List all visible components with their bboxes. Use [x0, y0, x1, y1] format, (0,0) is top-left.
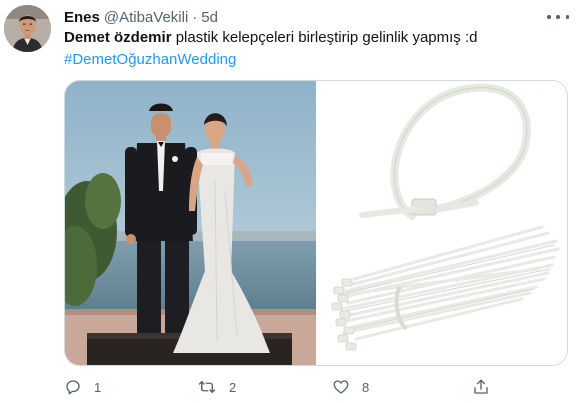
- timestamp[interactable]: 5d: [201, 9, 218, 26]
- reply-icon: [66, 380, 80, 395]
- tweet-text-body: plastik kelepçeleri birleştirip gelinlik…: [171, 29, 478, 46]
- tweet-card[interactable]: Enes @AtibaVekili · 5d Demet özdemir pla…: [0, 0, 581, 403]
- retweet-action[interactable]: 2: [197, 376, 236, 398]
- action-bar: 1 2 8: [64, 376, 504, 398]
- wedding-photo-image: [65, 81, 316, 365]
- like-count: 8: [362, 379, 370, 395]
- heart-icon: [333, 380, 349, 394]
- retweet-icon: [198, 381, 216, 393]
- user-handle[interactable]: @AtibaVekili: [104, 9, 188, 26]
- tweet-media: [64, 80, 568, 366]
- reply-count: 1: [94, 379, 102, 395]
- more-options-icon[interactable]: [547, 8, 569, 26]
- hashtag-link[interactable]: #DemetOğuzhanWedding: [64, 51, 236, 68]
- tweet-header: Enes @AtibaVekili · 5d: [64, 7, 218, 27]
- tweet-text: Demet özdemir plastik kelepçeleri birleş…: [64, 27, 569, 71]
- share-icon: [474, 379, 488, 394]
- retweet-count: 2: [229, 379, 237, 395]
- avatar-image: [4, 5, 51, 52]
- avatar[interactable]: [4, 5, 51, 52]
- share-action[interactable]: [472, 376, 490, 398]
- wedding-photo[interactable]: [65, 81, 316, 365]
- tweet-text-bold: Demet özdemir: [64, 29, 172, 46]
- cable-ties-image: [316, 81, 567, 365]
- display-name[interactable]: Enes: [64, 9, 100, 26]
- cable-ties-photo[interactable]: [316, 81, 567, 365]
- separator-dot: ·: [192, 8, 198, 26]
- like-action[interactable]: 8: [332, 376, 369, 398]
- reply-action[interactable]: 1: [64, 376, 101, 398]
